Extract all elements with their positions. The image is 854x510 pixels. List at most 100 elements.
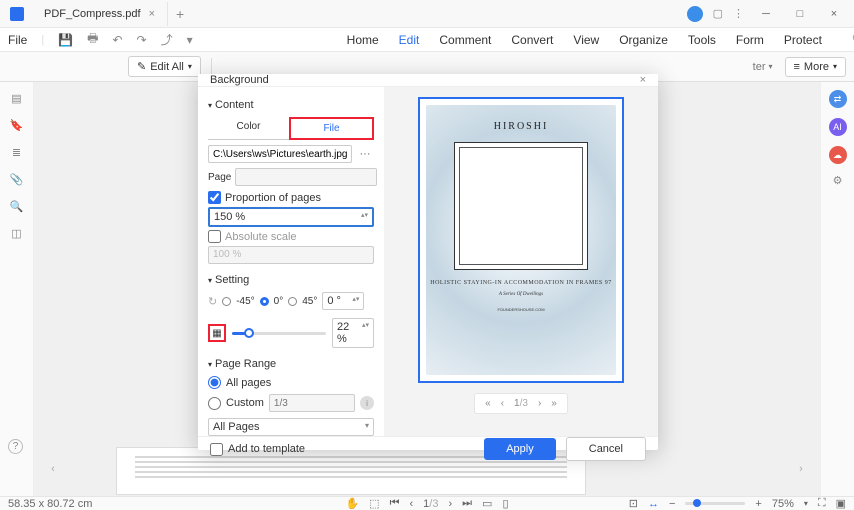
zoom-out-icon[interactable]: −	[669, 498, 675, 510]
floorplan-graphic	[454, 142, 588, 270]
left-rail: ▤ 🔖 ≣ 📎 🔍 ◫	[0, 82, 34, 496]
close-window-button[interactable]: ×	[822, 5, 846, 23]
bookmark-icon[interactable]: 🔖	[10, 119, 24, 132]
user-avatar[interactable]	[687, 6, 703, 22]
save-icon[interactable]: 💾	[58, 33, 73, 47]
dimensions-readout: 58.35 x 80.72 cm	[8, 498, 92, 510]
maximize-button[interactable]: □	[788, 5, 812, 23]
box-icon[interactable]: ▢	[713, 7, 723, 20]
dialog-close-button[interactable]: ×	[640, 74, 646, 86]
prev-page-arrow[interactable]: ‹	[46, 462, 60, 476]
zoom-in-icon[interactable]: +	[755, 498, 761, 510]
background-dialog: Background × ▾Content Color File ··· Pag…	[198, 74, 658, 450]
status-bar: 58.35 x 80.72 cm ✋ ⬚ ⏮ ‹ 1/3 › ⏭ ▭ ▯ ⊡ ↔…	[0, 496, 854, 510]
share-icon[interactable]: ⤴	[161, 31, 173, 48]
undo-icon[interactable]: ↶	[112, 33, 122, 47]
edit-all-button[interactable]: ✎ Edit All ▾	[128, 56, 201, 77]
view-icon[interactable]: ▭	[482, 497, 492, 510]
more-button[interactable]: ≡ More ▾	[785, 57, 847, 77]
pages-select[interactable]: All Pages▾	[208, 418, 374, 436]
list-icon[interactable]: ≣	[12, 146, 21, 159]
file-path-input[interactable]	[208, 145, 352, 163]
radio-custom[interactable]: Custom i	[208, 394, 374, 412]
dropdown-icon[interactable]: ▾	[187, 33, 193, 47]
next-page-arrow[interactable]: ›	[794, 462, 808, 476]
next-page-button[interactable]: ›	[538, 398, 541, 409]
page-input[interactable]	[235, 168, 377, 186]
layers-icon[interactable]: ◫	[11, 227, 21, 240]
tab-tools[interactable]: Tools	[688, 33, 716, 47]
cloud-icon[interactable]: ☁	[829, 146, 847, 164]
hand-icon[interactable]: ✋	[345, 497, 359, 510]
absolute-scale-value: 100 %	[208, 246, 374, 264]
thumbnail-icon[interactable]: ▤	[11, 92, 21, 105]
first-page-button[interactable]: «	[485, 398, 491, 409]
section-setting[interactable]: ▾Setting	[208, 274, 374, 286]
fit-icon[interactable]: ⊡	[629, 497, 638, 510]
redo-icon[interactable]: ↷	[137, 33, 147, 47]
width-icon[interactable]: ↔	[648, 498, 659, 510]
proportion-checkbox[interactable]: Proportion of pages	[208, 191, 374, 204]
preview-caption2: A Series Of Dwellings	[499, 292, 543, 297]
tab-convert[interactable]: Convert	[511, 33, 553, 47]
last-icon[interactable]: ⏭	[462, 497, 472, 510]
view2-icon[interactable]: ▯	[502, 497, 508, 510]
zoom-slider[interactable]	[685, 502, 745, 505]
tab-edit[interactable]: Edit	[399, 33, 420, 47]
ai-icon[interactable]: AI	[829, 118, 847, 136]
rot-45[interactable]	[288, 297, 297, 306]
document-tab[interactable]: PDF_Compress.pdf ×	[32, 2, 168, 26]
tab-color[interactable]: Color	[208, 117, 289, 140]
prev-icon[interactable]: ‹	[409, 498, 413, 510]
proportion-value[interactable]: 150 %▴▾	[208, 207, 374, 227]
tab-organize[interactable]: Organize	[619, 33, 668, 47]
next-icon[interactable]: ›	[448, 498, 452, 510]
opacity-input[interactable]: 22 %▴▾	[332, 318, 374, 348]
dialog-footer: Add to template Apply Cancel	[198, 436, 658, 461]
tab-file[interactable]: File	[289, 117, 374, 140]
file-menu[interactable]: File	[8, 33, 27, 47]
attachment-icon[interactable]: 📎	[10, 173, 24, 186]
settings-icon[interactable]: ⚙	[833, 174, 843, 187]
read-mode-icon[interactable]: ▣	[836, 497, 846, 510]
rot-minus45[interactable]	[222, 297, 231, 306]
rot-0[interactable]	[260, 297, 269, 306]
apply-button[interactable]: Apply	[484, 438, 556, 460]
chevron-down-icon[interactable]: ▾	[804, 499, 808, 508]
right-rail: ⇄ AI ☁ ⚙	[820, 82, 854, 496]
print-icon[interactable]: 🖶	[87, 29, 98, 50]
rot-custom-input[interactable]: 0 °▴▾	[322, 292, 364, 310]
tab-form[interactable]: Form	[736, 33, 764, 47]
last-page-button[interactable]: »	[551, 398, 557, 409]
rotation-row: ↻ -45° 0° 45° 0 °▴▾	[208, 292, 374, 310]
absolute-scale-checkbox[interactable]: Absolute scale	[208, 230, 374, 243]
section-content[interactable]: ▾Content	[208, 99, 374, 111]
search-panel-icon[interactable]: 🔍	[10, 200, 24, 213]
rotate-icon: ↻	[208, 295, 217, 308]
prev-page-button[interactable]: ‹	[501, 398, 504, 409]
add-template-checkbox[interactable]: Add to template	[210, 443, 305, 456]
tab-comment[interactable]: Comment	[439, 33, 491, 47]
close-tab-icon[interactable]: ×	[149, 8, 155, 20]
help-icon[interactable]: ?	[8, 439, 23, 454]
opacity-icon: ▦	[208, 324, 226, 342]
first-icon[interactable]: ⏮	[390, 497, 400, 510]
cancel-button[interactable]: Cancel	[566, 437, 646, 461]
info-icon[interactable]: i	[360, 396, 374, 410]
minimize-button[interactable]: ─	[754, 5, 778, 23]
tab-protect[interactable]: Protect	[784, 33, 822, 47]
tab-view[interactable]: View	[573, 33, 599, 47]
browse-button[interactable]: ···	[356, 148, 374, 160]
radio-all-pages[interactable]: All pages	[208, 376, 374, 389]
section-page-range[interactable]: ▾Page Range	[208, 358, 374, 370]
opacity-slider[interactable]	[232, 332, 326, 335]
custom-range-input[interactable]	[269, 394, 355, 412]
edit-all-label: Edit All	[150, 61, 184, 73]
fullscreen-icon[interactable]: ⛶	[818, 497, 826, 510]
new-tab-button[interactable]: +	[176, 6, 184, 22]
select-icon[interactable]: ⬚	[369, 497, 379, 510]
share-panel-icon[interactable]: ⇄	[829, 90, 847, 108]
kebab-icon[interactable]: ⋮	[733, 7, 744, 20]
filter-button[interactable]: ter ▾	[753, 61, 773, 73]
tab-home[interactable]: Home	[347, 33, 379, 47]
